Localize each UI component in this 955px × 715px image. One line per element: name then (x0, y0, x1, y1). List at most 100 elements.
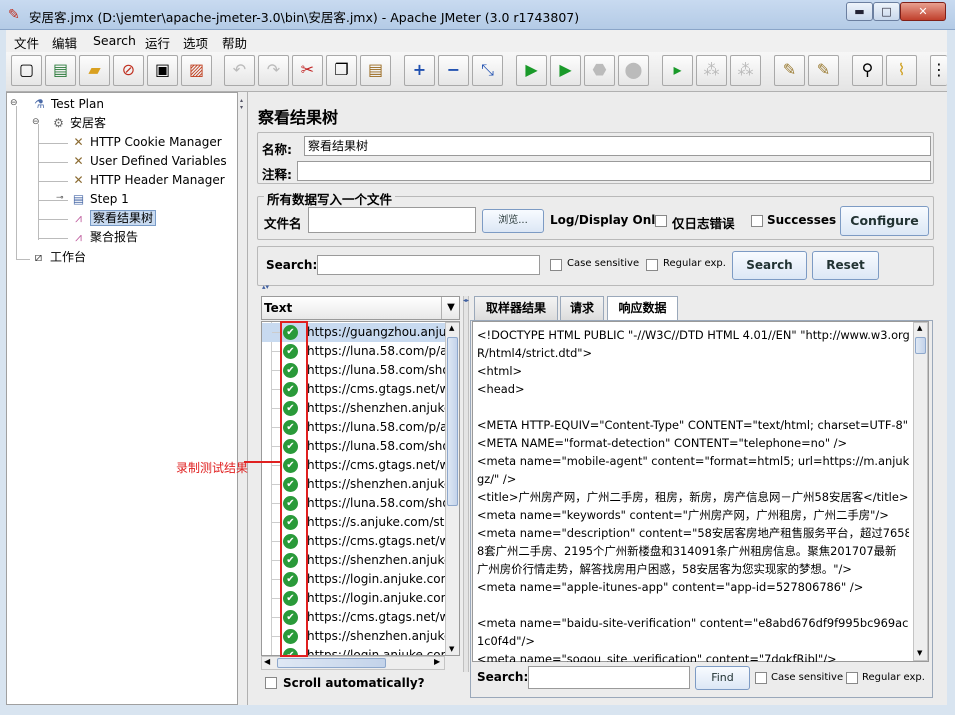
response-vscrollbar[interactable]: ▲ ▼ (913, 322, 928, 661)
scroll-down-icon[interactable]: ▼ (917, 649, 922, 657)
successes-checkbox[interactable] (751, 215, 763, 227)
reset-button[interactable]: Reset (812, 251, 879, 280)
collapse-icon[interactable]: − (438, 55, 469, 86)
list-vscroll-thumb[interactable] (447, 337, 458, 506)
list-vscrollbar[interactable]: ▲ ▼ (445, 322, 459, 655)
clear-icon[interactable]: ✎ (774, 55, 805, 86)
title-bar: ✎ 安居客.jmx (D:\jemter\apache-jmeter-3.0\b… (0, 0, 955, 30)
list-hscrollbar[interactable]: ◀ ▶ (261, 656, 445, 670)
menu-search[interactable]: Search (93, 33, 136, 48)
save-icon[interactable]: ▣ (147, 55, 178, 86)
close-button[interactable]: ✕ (900, 2, 946, 21)
tree-item-step1[interactable]: ▤ Step 1 (70, 190, 129, 208)
menu-run[interactable]: 运行 (145, 33, 170, 52)
comment-field[interactable] (297, 161, 931, 181)
renderer-select[interactable]: Text ▼ (261, 296, 460, 320)
split-arrows-icon[interactable]: ▴▾ (262, 283, 269, 291)
tree-item-header-manager[interactable]: ✕ HTTP Header Manager (70, 171, 224, 189)
paste-icon[interactable]: ▤ (360, 55, 391, 86)
tree-item-test-plan[interactable]: ⚗ Test Plan (31, 95, 104, 113)
menu-bar: 文件 编辑 Search 运行 选项 帮助 (6, 30, 947, 52)
scroll-up-icon[interactable]: ▲ (449, 324, 454, 332)
search-icon[interactable]: ⚲ (852, 55, 883, 86)
regex-checkbox[interactable] (646, 259, 658, 271)
menu-help[interactable]: 帮助 (222, 33, 247, 52)
name-label: 名称: (262, 142, 292, 157)
response-case-checkbox[interactable] (755, 672, 767, 684)
remote-start-icon[interactable]: ▸ (662, 55, 693, 86)
expand-toggle-icon[interactable]: ⊸ (56, 193, 64, 203)
search-button[interactable]: Search (732, 251, 807, 280)
toggle-icon[interactable]: ⤡ (472, 55, 503, 86)
case-sensitive-label: Case sensitive (567, 258, 640, 269)
response-line (477, 398, 909, 416)
pane-splitter[interactable]: ▴ ▾ (238, 92, 248, 705)
list-hscroll-thumb[interactable] (277, 658, 386, 668)
tree-item-cookie-manager[interactable]: ✕ HTTP Cookie Manager (70, 133, 221, 151)
search-input[interactable] (317, 255, 540, 275)
remote-shutdown-icon[interactable]: ⁂ (730, 55, 761, 86)
tree-item-user-vars[interactable]: ✕ User Defined Variables (70, 152, 226, 170)
start-icon[interactable]: ▶ (516, 55, 547, 86)
find-button[interactable]: Find (695, 666, 750, 690)
cut-icon[interactable]: ✂ (292, 55, 323, 86)
filename-field[interactable] (308, 207, 476, 233)
results-splitter[interactable]: ◂▸ (463, 296, 469, 672)
response-line: 1c0f4d"/> (477, 634, 535, 648)
tree-item-workbench[interactable]: ⧄ 工作台 (30, 248, 86, 266)
open-icon[interactable]: ▰ (79, 55, 110, 86)
tree-item-result-tree[interactable]: ⩘ 察看结果树 (70, 209, 157, 227)
shutdown-icon[interactable]: ⬤ (618, 55, 649, 86)
scroll-left-icon[interactable]: ◀ (264, 657, 270, 666)
scroll-auto-label: Scroll automatically? (283, 676, 425, 690)
response-regex-checkbox[interactable] (846, 672, 858, 684)
expand-icon[interactable]: + (404, 55, 435, 86)
redo-icon[interactable]: ↷ (258, 55, 289, 86)
tree-item-aggregate[interactable]: ⩘ 聚合报告 (70, 228, 138, 246)
scroll-down-icon[interactable]: ▼ (449, 645, 454, 653)
tree-item-thread-group[interactable]: ⚙ 安居客 (50, 114, 106, 132)
response-text-area[interactable]: <!DOCTYPE HTML PUBLIC "-//W3C//DTD HTML … (472, 321, 929, 662)
list-item-label: https://login.anjuke.com/lo (307, 572, 460, 586)
regex-label: Regular exp. (663, 258, 726, 269)
menu-options[interactable]: 选项 (183, 33, 208, 52)
reset-search-icon[interactable]: ⌇ (886, 55, 917, 86)
scroll-right-icon[interactable]: ▶ (434, 657, 440, 666)
scroll-up-icon[interactable]: ▲ (917, 324, 922, 332)
response-search-input[interactable] (528, 666, 690, 689)
new-icon[interactable]: ▢ (11, 55, 42, 86)
errors-only-checkbox[interactable] (655, 215, 667, 227)
case-sensitive-checkbox[interactable] (550, 259, 562, 271)
undo-icon[interactable]: ↶ (224, 55, 255, 86)
browse-button[interactable]: 浏览... (482, 209, 544, 233)
clear-all-icon[interactable]: ✎ (808, 55, 839, 86)
expand-toggle-icon[interactable]: ⊖ (32, 117, 40, 127)
response-vscroll-thumb[interactable] (915, 337, 926, 354)
name-field[interactable]: 察看结果树 (304, 136, 931, 156)
minimize-button[interactable]: ▬ (846, 2, 873, 21)
configure-button[interactable]: Configure (840, 206, 929, 236)
remote-stop-icon[interactable]: ⁂ (696, 55, 727, 86)
start-no-timers-icon[interactable]: ▶ (550, 55, 581, 86)
maximize-button[interactable]: □ (873, 2, 900, 21)
response-line: gz/" /> (477, 472, 517, 486)
stop-icon[interactable]: ⬣ (584, 55, 615, 86)
tab-sampler-result[interactable]: 取样器结果 (474, 296, 558, 320)
menu-file[interactable]: 文件 (14, 33, 39, 52)
response-line: <META NAME="format-detection" CONTENT="t… (477, 436, 848, 450)
save-as-icon[interactable]: ▨ (181, 55, 212, 86)
response-line: <META HTTP-EQUIV="Content-Type" CONTENT=… (477, 418, 909, 432)
menu-edit[interactable]: 编辑 (52, 33, 77, 52)
response-regex-label: Regular exp. (862, 672, 925, 683)
response-case-label: Case sensitive (771, 672, 844, 683)
function-helper-icon[interactable]: ⋮ (930, 55, 947, 86)
scroll-auto-checkbox[interactable] (265, 677, 277, 689)
comment-label: 注释: (262, 167, 292, 182)
close-file-icon[interactable]: ⊘ (113, 55, 144, 86)
copy-icon[interactable]: ❐ (326, 55, 357, 86)
tab-request[interactable]: 请求 (560, 296, 604, 320)
tab-response-data[interactable]: 响应数据 (607, 296, 678, 321)
templates-icon[interactable]: ▤ (45, 55, 76, 86)
chevron-down-icon[interactable]: ▼ (441, 297, 460, 319)
expand-toggle-icon[interactable]: ⊖ (10, 98, 18, 108)
